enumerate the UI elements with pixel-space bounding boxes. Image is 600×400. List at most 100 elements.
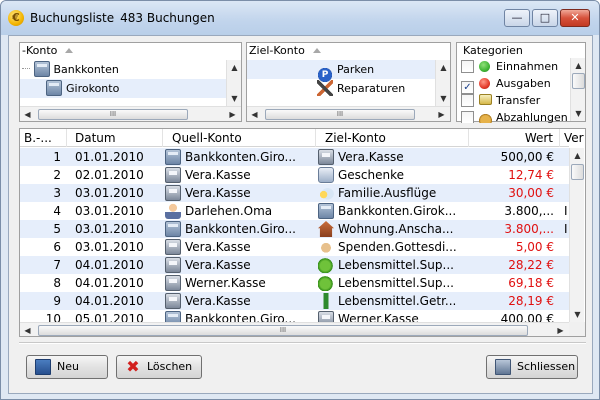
cell-extra: [560, 256, 569, 274]
table-row[interactable]: 9 04.01.2010 Vera.Kasse Lebensmittel.Getr..…: [20, 292, 569, 310]
cell-text: 04.01.2010: [75, 294, 144, 308]
cell-date: 01.01.2010: [67, 148, 163, 166]
cell-date: 03.01.2010: [67, 238, 163, 256]
cell-nr: 5: [20, 220, 67, 238]
table-row[interactable]: 6 03.01.2010 Vera.Kasse Spenden.Gottesdi...…: [20, 238, 569, 256]
category-einnahmen[interactable]: Einnahmen: [461, 58, 558, 75]
title-bar[interactable]: € Buchungsliste 483 Buchungen — □ ✕: [1, 1, 599, 35]
source-tree-vscrollbar[interactable]: ▲ ▼: [226, 60, 241, 106]
dialog-client: -Konto Bankkonten Girokonto ▲ ▼ ◀ III ▶ …: [8, 35, 593, 394]
column-header-date[interactable]: Datum: [67, 129, 163, 147]
table-row[interactable]: 4 03.01.2010 Darlehen.Oma Bankkonten.Girok.…: [20, 202, 569, 220]
source-account-tree[interactable]: -Konto Bankkonten Girokonto ▲ ▼ ◀ III ▶: [19, 42, 242, 122]
scroll-thumb[interactable]: [571, 164, 584, 180]
column-header-ver[interactable]: Ver: [560, 129, 585, 147]
cell-extra: [560, 238, 569, 256]
cell-source: Vera.Kasse: [163, 238, 316, 256]
scroll-right-arrow-icon[interactable]: ▶: [553, 323, 568, 336]
table-row[interactable]: 1 01.01.2010 Bankkonten.Giro... Vera.Kasse 5…: [20, 148, 569, 166]
cell-nr: 8: [20, 274, 67, 292]
einnahmen-checkbox[interactable]: [461, 60, 474, 73]
column-header-target[interactable]: Ziel-Konto: [316, 129, 469, 147]
scroll-left-arrow-icon[interactable]: ◀: [20, 323, 35, 336]
cell-value: 28,19 €: [469, 292, 560, 310]
booking-table[interactable]: B.-... Datum Quell-Konto Ziel-Konto Wert…: [19, 128, 586, 337]
category-abzahlungen[interactable]: Abzahlungen: [461, 109, 568, 123]
scroll-left-arrow-icon[interactable]: ◀: [20, 107, 35, 122]
source-tree-hscrollbar[interactable]: ◀ III ▶: [20, 106, 241, 121]
close-button[interactable]: Schliessen: [486, 355, 578, 379]
cell-source: Vera.Kasse: [163, 256, 316, 274]
cell-text: 3: [53, 186, 61, 200]
cell-text: Werner.Kasse: [338, 312, 419, 322]
tree-item-reparaturen[interactable]: Reparaturen: [247, 79, 435, 98]
cell-text: 03.01.2010: [75, 222, 144, 236]
cash-icon: [318, 149, 334, 165]
scroll-thumb[interactable]: III: [265, 109, 415, 120]
abzahlungen-checkbox[interactable]: [461, 111, 474, 123]
scroll-up-arrow-icon[interactable]: ▲: [571, 58, 586, 73]
column-header-value[interactable]: Wert: [469, 129, 560, 147]
table-row[interactable]: 8 04.01.2010 Werner.Kasse Lebensmittel.Sup.…: [20, 274, 569, 292]
scroll-thumb[interactable]: [572, 73, 585, 89]
scroll-up-arrow-icon[interactable]: ▲: [570, 148, 585, 163]
cell-text: Lebensmittel.Sup...: [338, 258, 454, 272]
column-header-nr[interactable]: B.-...: [20, 129, 67, 147]
table-row[interactable]: 3 03.01.2010 Vera.Kasse Familie.Ausflüge 30,…: [20, 184, 569, 202]
new-button[interactable]: Neu: [26, 355, 108, 379]
scroll-down-arrow-icon[interactable]: ▼: [436, 91, 451, 106]
table-row[interactable]: 5 03.01.2010 Bankkonten.Giro... Wohnung.Ans…: [20, 220, 569, 238]
cell-text: 1: [53, 150, 61, 164]
category-label: Transfer: [496, 94, 541, 107]
category-ausgaben[interactable]: ✓ Ausgaben: [461, 75, 551, 94]
cell-text: Darlehen.Oma: [185, 204, 273, 218]
target-tree-hscrollbar[interactable]: ◀ III ▶: [247, 106, 450, 121]
scroll-left-arrow-icon[interactable]: ◀: [247, 107, 262, 122]
minimize-button[interactable]: —: [504, 9, 530, 27]
scroll-up-arrow-icon[interactable]: ▲: [436, 60, 451, 75]
scroll-corner: [569, 322, 585, 336]
scroll-thumb[interactable]: III: [38, 109, 188, 120]
target-account-header[interactable]: Ziel-Konto: [247, 43, 450, 59]
scroll-thumb[interactable]: III: [38, 325, 528, 336]
tree-item-parken[interactable]: P Parken: [247, 60, 435, 83]
cell-source: Vera.Kasse: [163, 184, 316, 202]
target-tree-vscrollbar[interactable]: ▲ ▼: [435, 60, 450, 106]
scroll-up-arrow-icon[interactable]: ▲: [227, 60, 242, 75]
scroll-right-arrow-icon[interactable]: ▶: [225, 107, 240, 122]
source-account-header[interactable]: -Konto: [20, 43, 241, 59]
scroll-down-arrow-icon[interactable]: ▼: [571, 106, 586, 121]
transfer-checkbox[interactable]: [461, 94, 474, 107]
close-window-button[interactable]: ✕: [560, 9, 590, 27]
delete-button[interactable]: ✖ Löschen: [116, 355, 202, 379]
scroll-right-arrow-icon[interactable]: ▶: [434, 107, 449, 122]
cell-text: 6: [53, 240, 61, 254]
column-header-source[interactable]: Quell-Konto: [163, 129, 316, 147]
red-dot-icon: [479, 78, 490, 89]
table-hscrollbar[interactable]: ◀ III ▶: [20, 322, 569, 336]
table-header: B.-... Datum Quell-Konto Ziel-Konto Wert…: [20, 129, 584, 147]
category-transfer[interactable]: Transfer: [461, 92, 540, 109]
maximize-button[interactable]: □: [532, 9, 558, 27]
bank-icon: [318, 203, 334, 219]
table-row[interactable]: 2 02.01.2010 Vera.Kasse Geschenke 12,74 €: [20, 166, 569, 184]
cell-source: Bankkonten.Giro...: [163, 220, 316, 238]
scroll-down-arrow-icon[interactable]: ▼: [570, 307, 585, 322]
category-label: Abzahlungen: [496, 111, 568, 123]
tree-item-bankkonten[interactable]: Bankkonten: [20, 60, 226, 79]
tree-item-girokonto[interactable]: Girokonto: [20, 79, 226, 98]
category-filter[interactable]: Kategorien Einnahmen ✓ Ausgaben Transfer …: [456, 42, 586, 123]
cell-target: Vera.Kasse: [316, 148, 469, 166]
cell-text: 5: [53, 222, 61, 236]
scroll-down-arrow-icon[interactable]: ▼: [227, 91, 242, 106]
target-account-tree[interactable]: Ziel-Konto P Parken Reparaturen ▲ ▼ ◀ III…: [246, 42, 451, 122]
tree-item-label: Girokonto: [66, 82, 120, 95]
cell-text: Wohnung.Anscha...: [338, 222, 454, 236]
table-row[interactable]: 7 04.01.2010 Vera.Kasse Lebensmittel.Sup...…: [20, 256, 569, 274]
table-vscrollbar[interactable]: ▲ ▼: [569, 148, 584, 322]
cell-nr: 2: [20, 166, 67, 184]
cell-source: Bankkonten.Giro...: [163, 310, 316, 322]
category-vscrollbar[interactable]: ▲ ▼: [570, 58, 585, 121]
table-row[interactable]: 10 05.01.2010 Bankkonten.Giro... Werner.Kas…: [20, 310, 569, 322]
cell-text: Vera.Kasse: [185, 168, 251, 182]
